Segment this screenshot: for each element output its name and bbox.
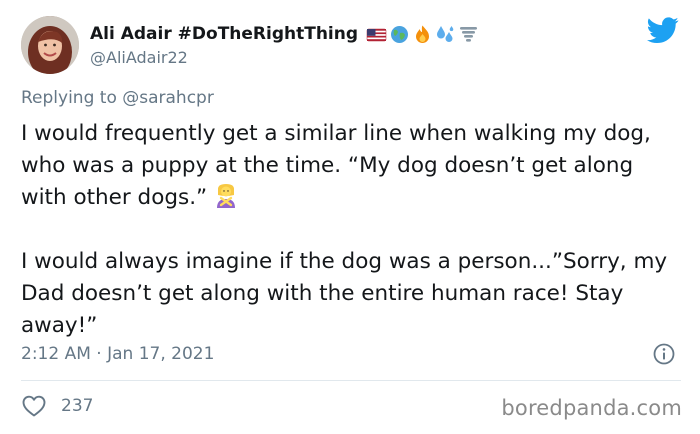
globe-icon <box>389 24 410 45</box>
replying-to-label: Replying to <box>21 88 117 108</box>
reply-mention-link[interactable]: @sarahcpr <box>122 88 214 108</box>
us-flag-icon <box>366 24 387 45</box>
avatar[interactable] <box>21 16 79 74</box>
divider <box>21 380 681 381</box>
tornado-icon <box>458 24 479 45</box>
fire-icon <box>412 24 433 45</box>
twitter-logo-icon[interactable] <box>647 17 679 44</box>
tweet-card: Ali Adair #DoTheRightThing @AliAdair22 R… <box>0 0 700 434</box>
tweet-text: I would frequently get a similar line wh… <box>21 118 681 342</box>
tweet-paragraph: I would always imagine if the dog was a … <box>21 249 668 338</box>
heart-icon[interactable] <box>21 394 47 418</box>
like-count: 237 <box>61 396 94 416</box>
user-handle[interactable]: @AliAdair22 <box>90 48 188 67</box>
sweat-droplets-icon <box>435 24 456 45</box>
info-icon[interactable] <box>652 342 676 366</box>
replying-to: Replying to @sarahcpr <box>21 88 214 108</box>
tweet-timestamp[interactable]: 2:12 AM · Jan 17, 2021 <box>21 344 214 364</box>
tweet-paragraph-text: I would frequently get a similar line wh… <box>21 121 651 210</box>
tweet-paragraph: I would frequently get a similar line wh… <box>21 118 681 214</box>
like-action[interactable]: 237 <box>21 394 93 418</box>
name-badges <box>366 24 479 45</box>
display-name[interactable]: Ali Adair #DoTheRightThing <box>90 24 358 44</box>
person-gesturing-no-icon <box>215 184 237 208</box>
watermark: boredpanda.com <box>501 396 682 420</box>
